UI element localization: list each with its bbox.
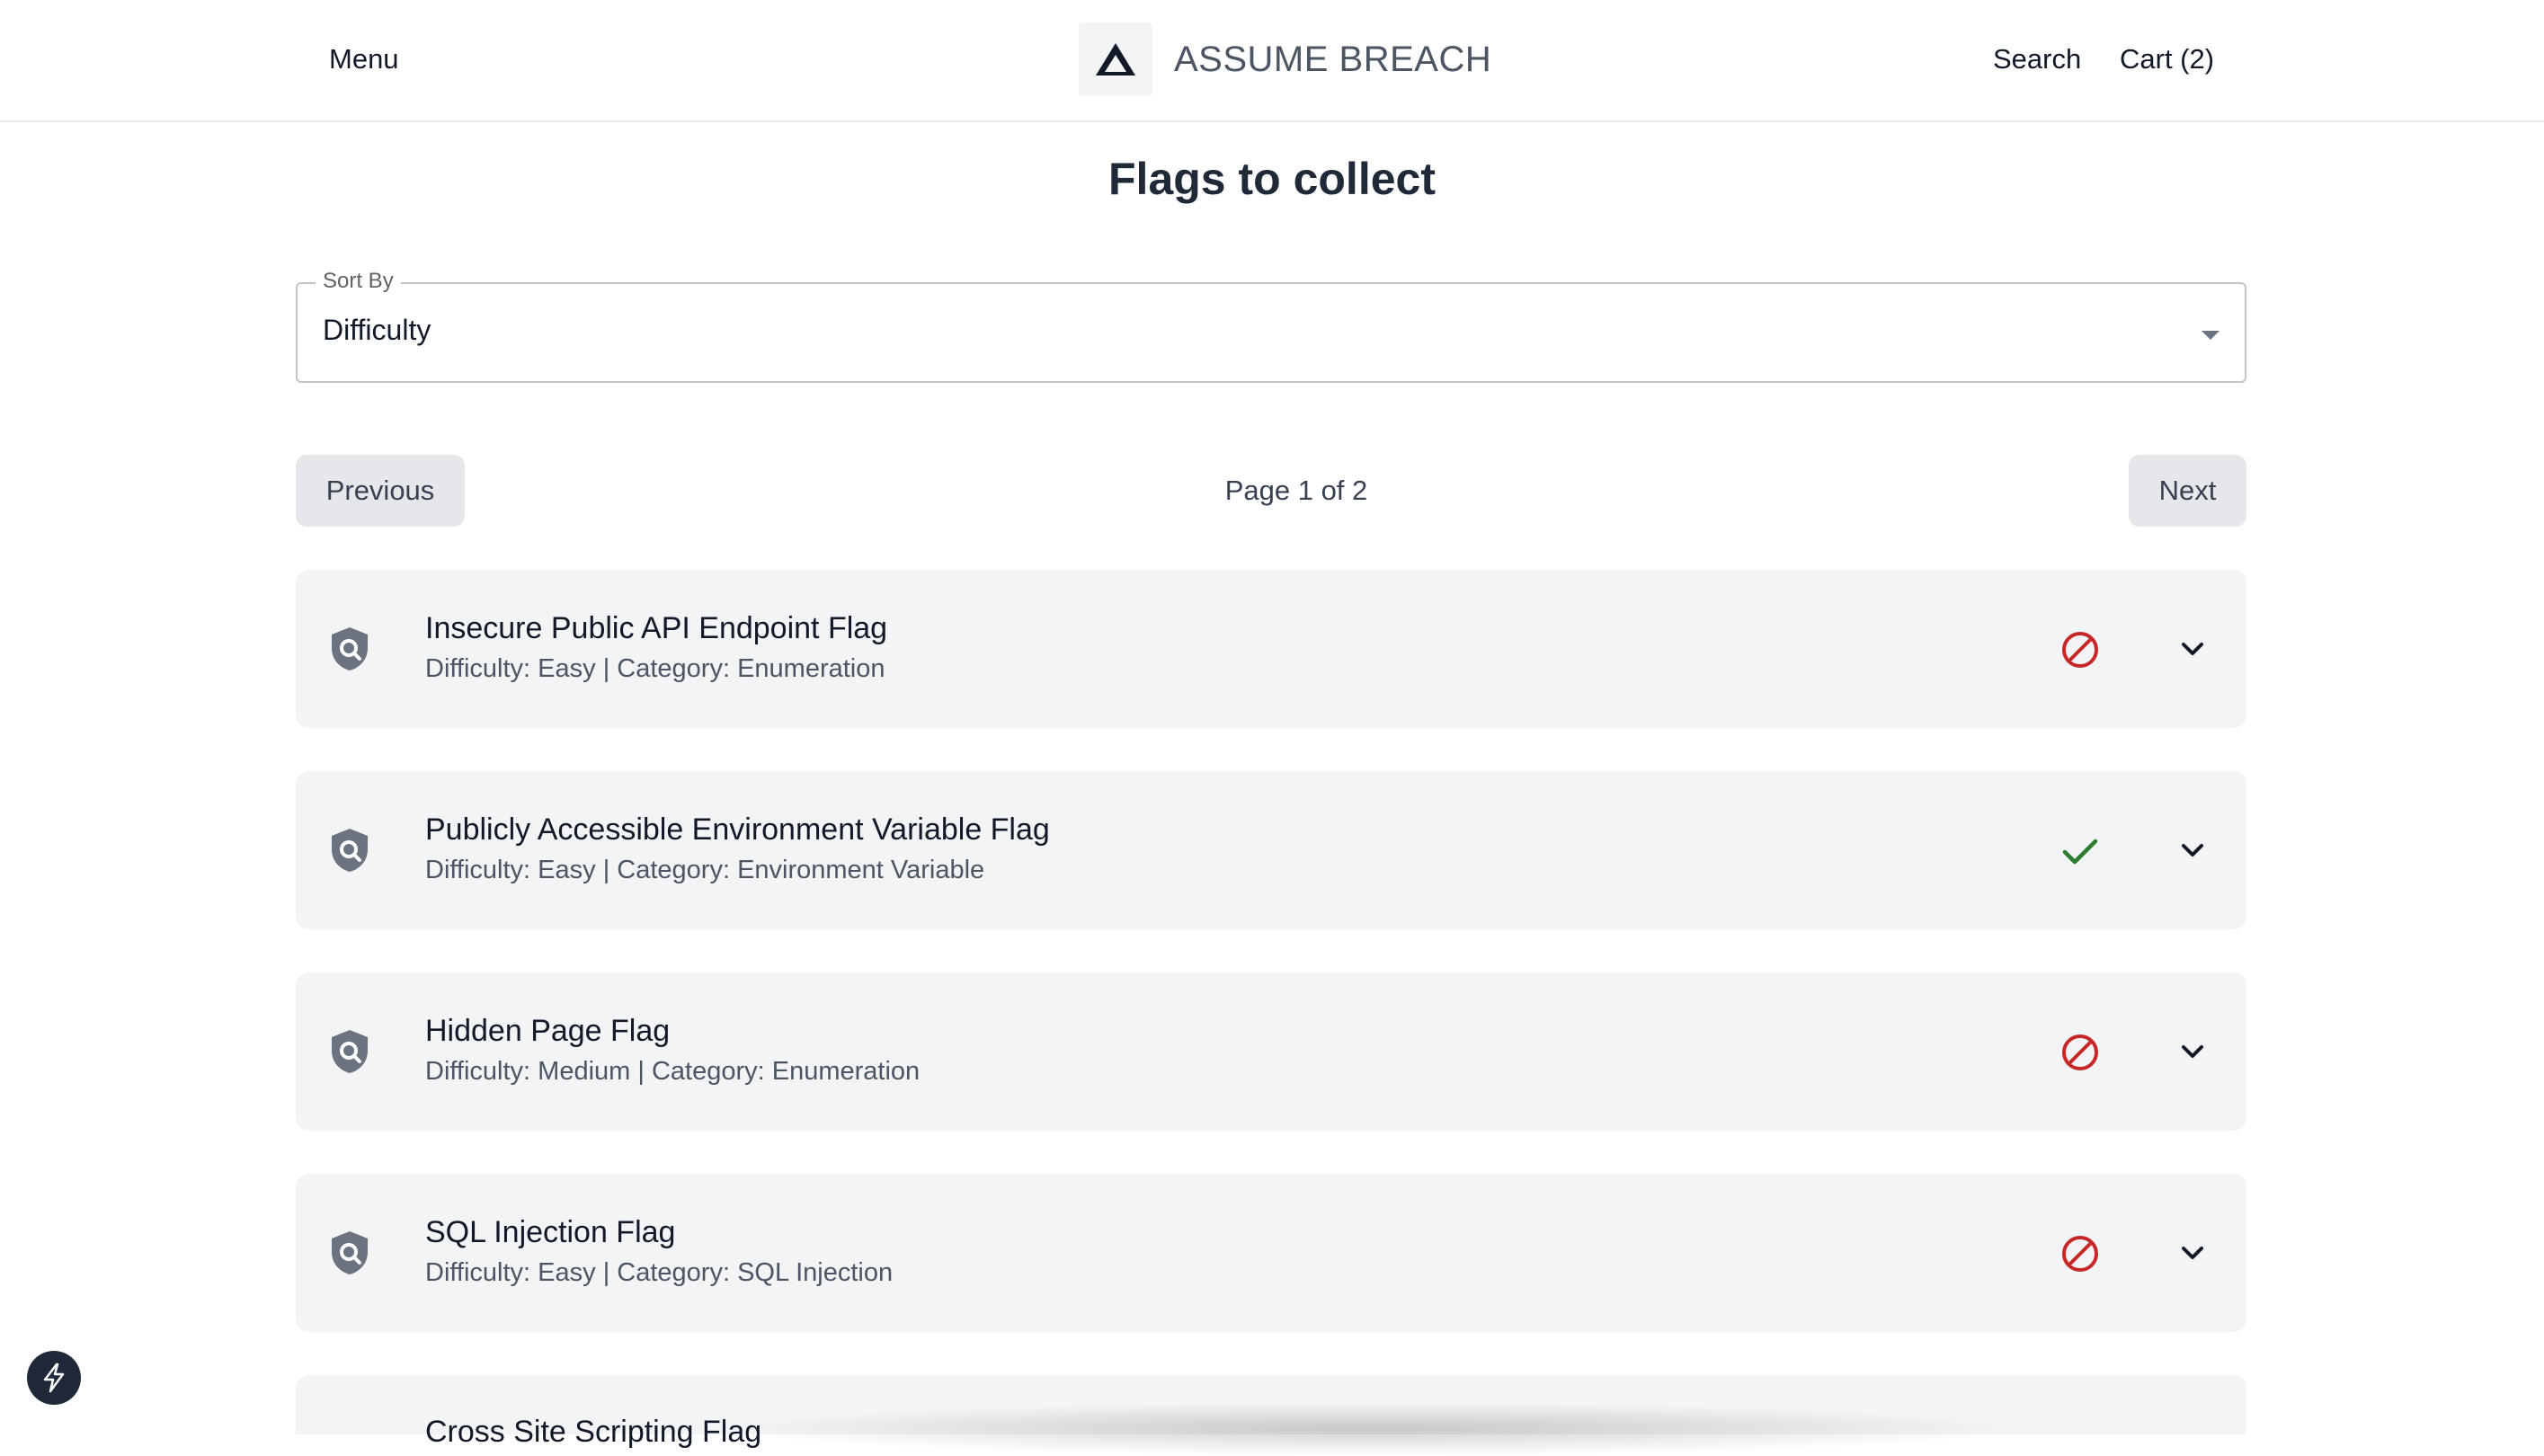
shield-search-icon — [332, 627, 368, 670]
flag-title: Hidden Page Flag — [425, 1014, 671, 1048]
blocked-icon — [2062, 632, 2098, 668]
brand-name: ASSUME BREACH — [1174, 39, 1492, 79]
dropdown-caret-icon — [2202, 331, 2219, 340]
flag-card[interactable]: Insecure Public API Endpoint Flag Diffic… — [296, 570, 2246, 728]
lightning-bolt-icon[interactable] — [27, 1351, 81, 1405]
shield-search-icon — [332, 1030, 368, 1073]
chevron-down-icon[interactable] — [2175, 631, 2210, 667]
flag-title: Cross Site Scripting Flag — [425, 1415, 762, 1449]
sort-by-value: Difficulty — [323, 314, 431, 346]
flag-card[interactable]: SQL Injection Flag Difficulty: Easy | Ca… — [296, 1174, 2246, 1332]
flag-meta: Difficulty: Medium | Category: Enumerati… — [425, 1057, 921, 1086]
chevron-down-icon[interactable] — [2175, 1034, 2210, 1070]
scroll-shadow — [719, 1402, 2023, 1456]
check-icon — [2062, 839, 2098, 865]
shield-search-icon — [332, 829, 368, 872]
page-indicator: Page 1 of 2 — [1224, 475, 1368, 506]
flag-card[interactable]: Hidden Page Flag Difficulty: Medium | Ca… — [296, 972, 2246, 1131]
flag-meta: Difficulty: Easy | Category: SQL Injecti… — [425, 1258, 894, 1287]
triangle-logo-icon — [1079, 22, 1152, 96]
menu-button[interactable]: Menu — [329, 43, 399, 75]
flag-card[interactable]: Publicly Accessible Environment Variable… — [296, 771, 2246, 929]
flag-meta: Difficulty: Easy | Category: Enumeration — [425, 654, 885, 683]
blocked-icon — [2062, 1236, 2098, 1272]
flag-meta: Difficulty: Easy | Category: Environment… — [425, 856, 985, 884]
site-header: Menu ASSUME BREACH Search Cart (2) — [0, 0, 2544, 122]
flag-title: SQL Injection Flag — [425, 1215, 676, 1249]
next-button[interactable]: Next — [2129, 455, 2246, 527]
cart-button[interactable]: Cart (2) — [2120, 43, 2214, 75]
sort-by-label: Sort By — [316, 269, 401, 294]
sort-by-select[interactable]: Sort By Difficulty — [296, 269, 2246, 383]
chevron-down-icon[interactable] — [2175, 832, 2210, 868]
brand[interactable]: ASSUME BREACH — [1079, 22, 1491, 97]
previous-button[interactable]: Previous — [296, 455, 465, 527]
flag-title: Insecure Public API Endpoint Flag — [425, 611, 888, 645]
page-title: Flags to collect — [1108, 154, 1436, 204]
search-button[interactable]: Search — [1993, 43, 2081, 75]
shield-search-icon — [332, 1231, 368, 1274]
blocked-icon — [2062, 1034, 2098, 1070]
flag-title: Publicly Accessible Environment Variable… — [425, 812, 1050, 847]
chevron-down-icon[interactable] — [2175, 1235, 2210, 1271]
